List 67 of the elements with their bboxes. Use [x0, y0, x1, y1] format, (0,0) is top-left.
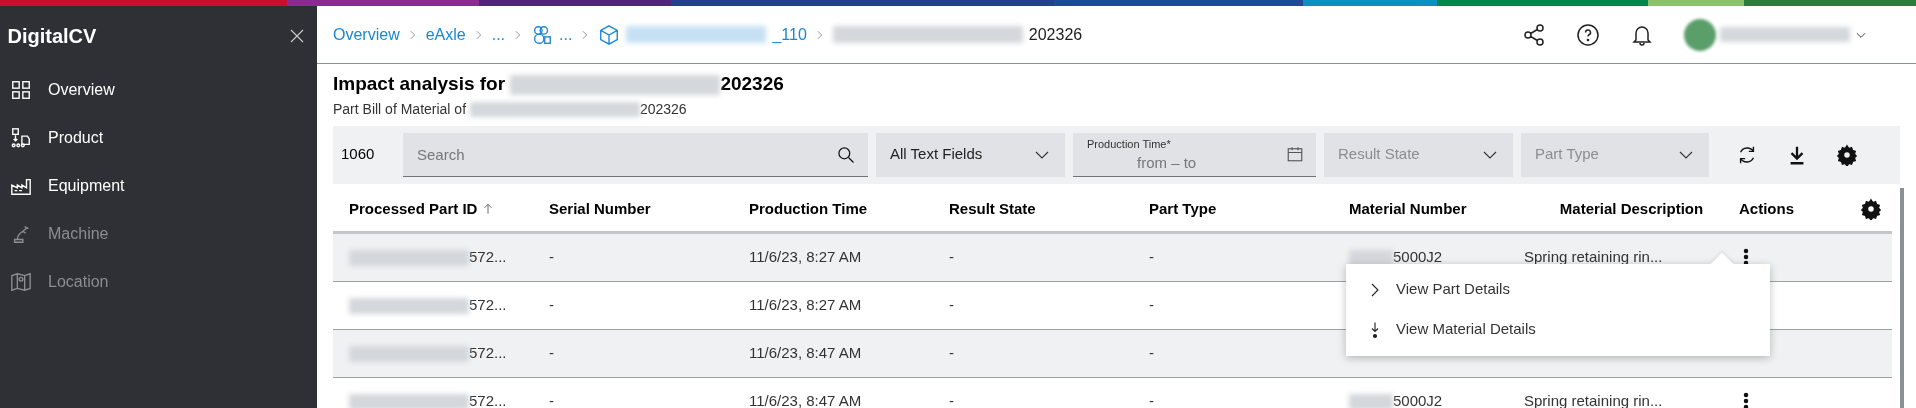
column-header[interactable]: Part Type [1149, 197, 1349, 221]
share-icon [1522, 22, 1546, 47]
table-cell: 572... [349, 245, 507, 269]
avatar [1684, 18, 1716, 51]
app-title: DigitalCV [7, 24, 97, 49]
text-fields-dropdown[interactable]: All Text Fields [876, 132, 1065, 177]
result-count: 1060 [341, 144, 376, 165]
table-cell-text: - [549, 246, 554, 267]
menu-item[interactable]: View Part Details [1346, 269, 1770, 310]
scrollbar[interactable] [1900, 187, 1904, 408]
settings-icon [1859, 198, 1882, 220]
table-cell-text: 11/6/23, 8:47 AM [749, 390, 862, 408]
breadcrumb-link[interactable]: ... [531, 22, 573, 47]
table-cell: 5000J2 [1349, 245, 1443, 269]
table-cell-text: - [549, 294, 554, 315]
field-label: Production Time* [1087, 137, 1171, 150]
table-cell: 572... [349, 341, 507, 365]
table-cell-text: - [1149, 342, 1154, 363]
blurred-text [1349, 249, 1393, 266]
search-field[interactable]: Search [403, 132, 868, 177]
table-cell-text: - [949, 246, 954, 267]
table-cell: 5000J2 [1349, 389, 1443, 408]
grid-icon [10, 79, 32, 101]
sidebar-item[interactable]: Overview [0, 66, 317, 114]
blurred-text [1349, 393, 1393, 408]
table-cell-text: - [549, 390, 554, 408]
table-cell-text: - [949, 342, 954, 363]
table-cell-text: 11/6/23, 8:27 AM [749, 294, 862, 315]
breadcrumb-current: 202326 [832, 22, 1083, 47]
sidebar-item[interactable]: Product [0, 114, 317, 162]
sidebar-item[interactable]: Equipment [0, 162, 317, 210]
group-icon [531, 23, 554, 46]
table-cell-text: Spring retaining rin... [1524, 390, 1663, 408]
menu-item[interactable]: View Material Details [1346, 309, 1770, 350]
column-header[interactable]: Serial Number [549, 197, 749, 221]
table-cell-text: - [1149, 246, 1154, 267]
kebab-icon [1743, 391, 1749, 408]
column-header[interactable]: Actions [1739, 197, 1849, 221]
calendar-icon [1286, 144, 1304, 163]
column-header[interactable]: Material Description [1524, 198, 1739, 220]
map-icon [10, 271, 32, 293]
table-cell-text: 11/6/23, 8:47 AM [749, 342, 862, 363]
cube-icon [598, 23, 621, 46]
table-cell-text: Spring retaining rin... [1524, 246, 1663, 267]
page-subtitle: Part Bill of Material of 202326 [333, 99, 688, 120]
settings-icon [1836, 143, 1858, 166]
table-cell-text: 11/6/23, 8:27 AM [749, 246, 862, 267]
breadcrumb-link[interactable]: ... [491, 22, 506, 47]
help-icon [1576, 22, 1600, 47]
kebab-icon [1743, 247, 1749, 267]
column-header[interactable]: Material Number [1349, 197, 1524, 221]
column-header[interactable]: Production Time [749, 197, 949, 221]
table-cell-text: - [1149, 294, 1154, 315]
table-cell: 572... [349, 293, 507, 317]
table-cell-text: - [949, 390, 954, 408]
table-cell-text: - [1149, 390, 1154, 408]
column-header[interactable]: Result State [949, 197, 1149, 221]
table-cell-text: - [549, 342, 554, 363]
table-cell: 572... [349, 389, 507, 408]
search-icon [836, 144, 856, 165]
column-header[interactable]: Processed Part ID [349, 197, 549, 221]
conveyor-icon [10, 127, 32, 149]
breadcrumb-link[interactable]: eAxle [425, 22, 466, 47]
breadcrumb-link[interactable]: Overview [333, 22, 400, 47]
table-cell-text: - [949, 294, 954, 315]
page-title: Impact analysis for 202326 [333, 72, 785, 97]
breadcrumb-link[interactable]: _110 [598, 22, 807, 47]
